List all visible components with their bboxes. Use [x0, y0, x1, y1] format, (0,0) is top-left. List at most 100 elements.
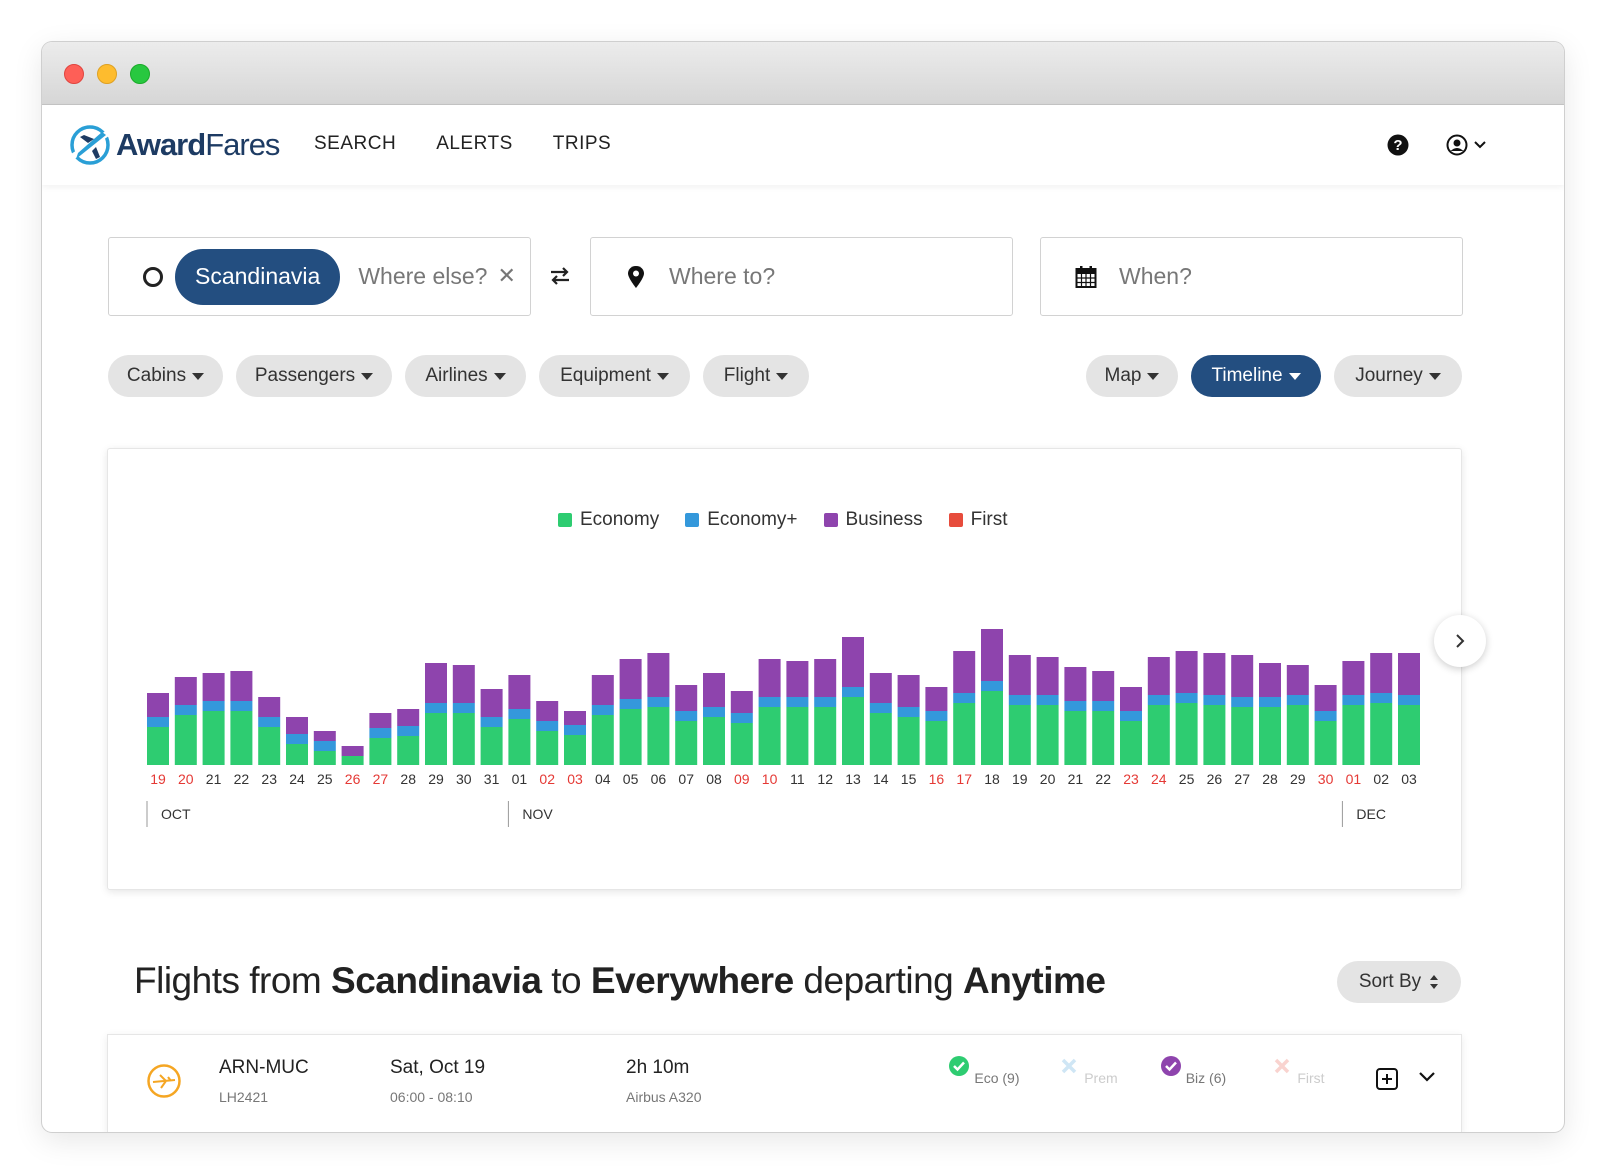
- bar-business-45[interactable]: [1398, 653, 1420, 695]
- bar-business-22[interactable]: [758, 659, 781, 697]
- bar-economy-plus-8[interactable]: [369, 728, 392, 738]
- bar-economy-plus-12[interactable]: [480, 717, 503, 727]
- bar-economy-45[interactable]: [1398, 705, 1420, 765]
- bar-business-39[interactable]: [1231, 655, 1254, 697]
- bar-business-20[interactable]: [703, 673, 725, 707]
- nav-alerts[interactable]: ALERTS: [436, 133, 513, 155]
- bar-economy-40[interactable]: [1259, 707, 1281, 765]
- bar-economy-plus-21[interactable]: [730, 713, 753, 723]
- bar-economy-10[interactable]: [425, 713, 447, 765]
- bar-business-7[interactable]: [341, 746, 364, 756]
- bar-business-19[interactable]: [675, 685, 698, 711]
- bar-business-40[interactable]: [1259, 663, 1281, 697]
- bar-business-21[interactable]: [730, 691, 753, 713]
- bar-economy-43[interactable]: [1342, 705, 1365, 765]
- bar-economy-plus-35[interactable]: [1120, 711, 1142, 721]
- bar-business-33[interactable]: [1064, 667, 1087, 701]
- bar-business-23[interactable]: [786, 661, 809, 697]
- bar-economy-1[interactable]: [174, 715, 197, 765]
- bar-economy-plus-15[interactable]: [564, 725, 586, 735]
- bar-economy-7[interactable]: [341, 756, 364, 765]
- bar-economy-37[interactable]: [1175, 703, 1198, 765]
- bar-business-44[interactable]: [1370, 653, 1393, 693]
- bar-economy-30[interactable]: [981, 691, 1003, 765]
- bar-business-37[interactable]: [1175, 651, 1198, 693]
- clear-origin-icon[interactable]: ✕: [497, 264, 515, 289]
- nav-search[interactable]: SEARCH: [314, 133, 396, 155]
- bar-economy-plus-23[interactable]: [786, 697, 809, 707]
- bar-economy-plus-32[interactable]: [1036, 695, 1059, 705]
- bar-economy-23[interactable]: [786, 707, 809, 765]
- bar-economy-39[interactable]: [1231, 707, 1254, 765]
- cabin-business[interactable]: Biz (6): [1153, 1055, 1233, 1086]
- bar-economy-27[interactable]: [897, 717, 920, 765]
- bar-economy-plus-31[interactable]: [1008, 695, 1031, 705]
- bar-business-30[interactable]: [981, 629, 1003, 681]
- bar-economy-42[interactable]: [1314, 721, 1337, 765]
- flight-filter-button[interactable]: Flight: [703, 355, 809, 397]
- bar-economy-38[interactable]: [1203, 705, 1226, 765]
- bar-economy-plus-45[interactable]: [1398, 695, 1420, 705]
- bar-economy-plus-33[interactable]: [1064, 701, 1087, 711]
- bar-economy-plus-36[interactable]: [1147, 695, 1170, 705]
- bar-economy-plus-24[interactable]: [814, 697, 837, 707]
- bar-business-13[interactable]: [508, 675, 531, 709]
- bar-economy-15[interactable]: [564, 735, 586, 765]
- brand-logo[interactable]: AwardFares: [68, 123, 280, 167]
- maximize-window-button[interactable]: [130, 64, 150, 84]
- bar-economy-plus-4[interactable]: [258, 717, 281, 727]
- cabin-economy[interactable]: Eco (9): [944, 1055, 1024, 1086]
- bar-economy-plus-19[interactable]: [675, 711, 698, 721]
- bar-business-10[interactable]: [425, 663, 447, 703]
- cabins-filter-button[interactable]: Cabins: [108, 355, 223, 397]
- bar-economy-22[interactable]: [758, 707, 781, 765]
- bar-business-5[interactable]: [286, 717, 308, 734]
- bar-economy-6[interactable]: [313, 751, 336, 765]
- bar-economy-plus-0[interactable]: [147, 717, 169, 727]
- bar-business-38[interactable]: [1203, 653, 1226, 695]
- date-field[interactable]: When?: [1040, 237, 1463, 316]
- bar-economy-plus-20[interactable]: [703, 707, 725, 717]
- bar-business-34[interactable]: [1092, 671, 1115, 701]
- bar-economy-plus-3[interactable]: [230, 701, 253, 711]
- sort-by-button[interactable]: Sort By: [1337, 961, 1461, 1003]
- bar-economy-plus-43[interactable]: [1342, 695, 1365, 705]
- bar-economy-plus-14[interactable]: [536, 721, 559, 731]
- bar-business-32[interactable]: [1036, 657, 1059, 695]
- bar-business-3[interactable]: [230, 671, 253, 701]
- bar-economy-26[interactable]: [869, 713, 892, 765]
- bar-economy-plus-25[interactable]: [842, 687, 864, 697]
- bar-economy-plus-27[interactable]: [897, 707, 920, 717]
- equipment-filter-button[interactable]: Equipment: [539, 355, 690, 397]
- bar-business-29[interactable]: [953, 651, 976, 693]
- bar-economy-24[interactable]: [814, 707, 837, 765]
- bar-business-9[interactable]: [397, 709, 420, 726]
- destination-field[interactable]: Where to?: [590, 237, 1013, 316]
- bar-business-12[interactable]: [480, 689, 503, 717]
- bar-business-25[interactable]: [842, 637, 864, 687]
- bar-economy-plus-18[interactable]: [647, 697, 670, 707]
- origin-input-placeholder[interactable]: Where else?: [358, 263, 487, 290]
- bar-economy-11[interactable]: [452, 713, 475, 765]
- bar-economy-plus-9[interactable]: [397, 726, 420, 736]
- bar-economy-0[interactable]: [147, 727, 169, 765]
- bar-economy-29[interactable]: [953, 703, 976, 765]
- bar-economy-18[interactable]: [647, 707, 670, 765]
- user-menu[interactable]: [1446, 134, 1486, 156]
- bar-economy-plus-6[interactable]: [313, 741, 336, 751]
- bar-economy-plus-26[interactable]: [869, 703, 892, 713]
- bar-economy-plus-30[interactable]: [981, 681, 1003, 691]
- bar-economy-plus-39[interactable]: [1231, 697, 1254, 707]
- bar-economy-plus-42[interactable]: [1314, 711, 1337, 721]
- passengers-filter-button[interactable]: Passengers: [236, 355, 392, 397]
- bar-business-35[interactable]: [1120, 687, 1142, 711]
- bar-business-24[interactable]: [814, 659, 837, 697]
- airlines-filter-button[interactable]: Airlines: [405, 355, 526, 397]
- minimize-window-button[interactable]: [97, 64, 117, 84]
- bar-business-17[interactable]: [619, 659, 642, 699]
- bar-economy-plus-11[interactable]: [452, 703, 475, 713]
- bar-economy-plus-1[interactable]: [174, 705, 197, 715]
- bar-business-31[interactable]: [1008, 655, 1031, 695]
- add-square-icon[interactable]: [1375, 1067, 1399, 1091]
- bar-business-1[interactable]: [174, 677, 197, 705]
